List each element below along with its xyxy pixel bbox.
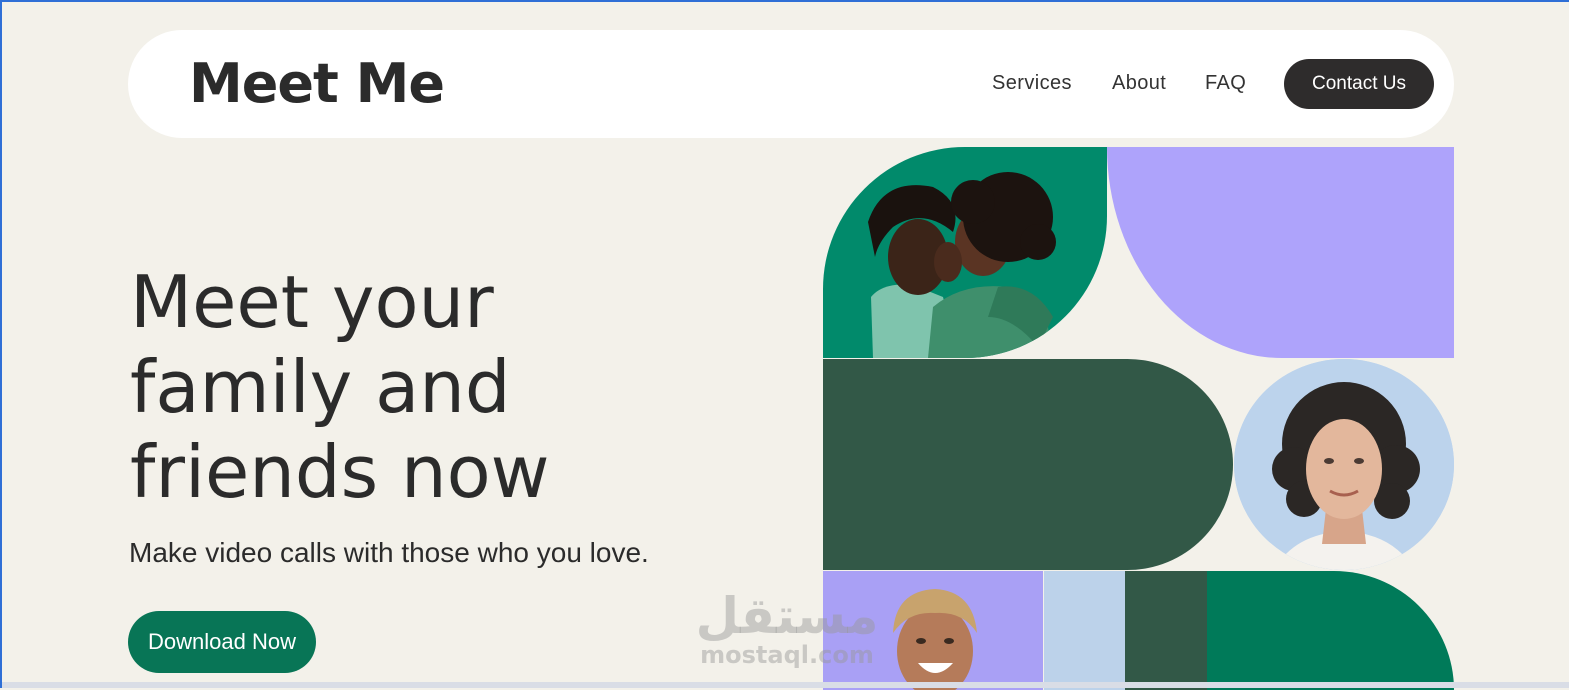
dark-green-block — [1125, 571, 1207, 690]
nav-faq[interactable]: FAQ — [1205, 72, 1246, 95]
nav-services[interactable]: Services — [992, 72, 1072, 95]
hero-subtitle: Make video calls with those who you love… — [129, 537, 649, 568]
logo[interactable]: Meet Me — [189, 52, 445, 116]
hero-title-line: family and — [130, 345, 511, 429]
woman-portrait-photo — [1234, 359, 1454, 570]
hero-title-line: Meet your — [130, 260, 494, 344]
mother-child-photo — [823, 147, 1107, 358]
man-portrait-photo — [823, 571, 1043, 690]
light-blue-shape — [1044, 571, 1125, 690]
hero-title-line: friends now — [130, 430, 550, 514]
download-now-button[interactable]: Download Now — [128, 611, 316, 673]
hero-title: Meet your family and friends now — [130, 260, 790, 515]
lavender-shape — [1107, 147, 1454, 358]
nav-about[interactable]: About — [1112, 72, 1166, 95]
contact-us-button[interactable]: Contact Us — [1284, 59, 1434, 109]
site-header: Meet Me Services About FAQ Contact Us — [128, 30, 1454, 138]
green-quarter-shape — [1207, 571, 1454, 690]
bottom-divider — [2, 682, 1569, 688]
dark-green-shape — [823, 359, 1233, 570]
photo-mosaic — [823, 147, 1454, 690]
